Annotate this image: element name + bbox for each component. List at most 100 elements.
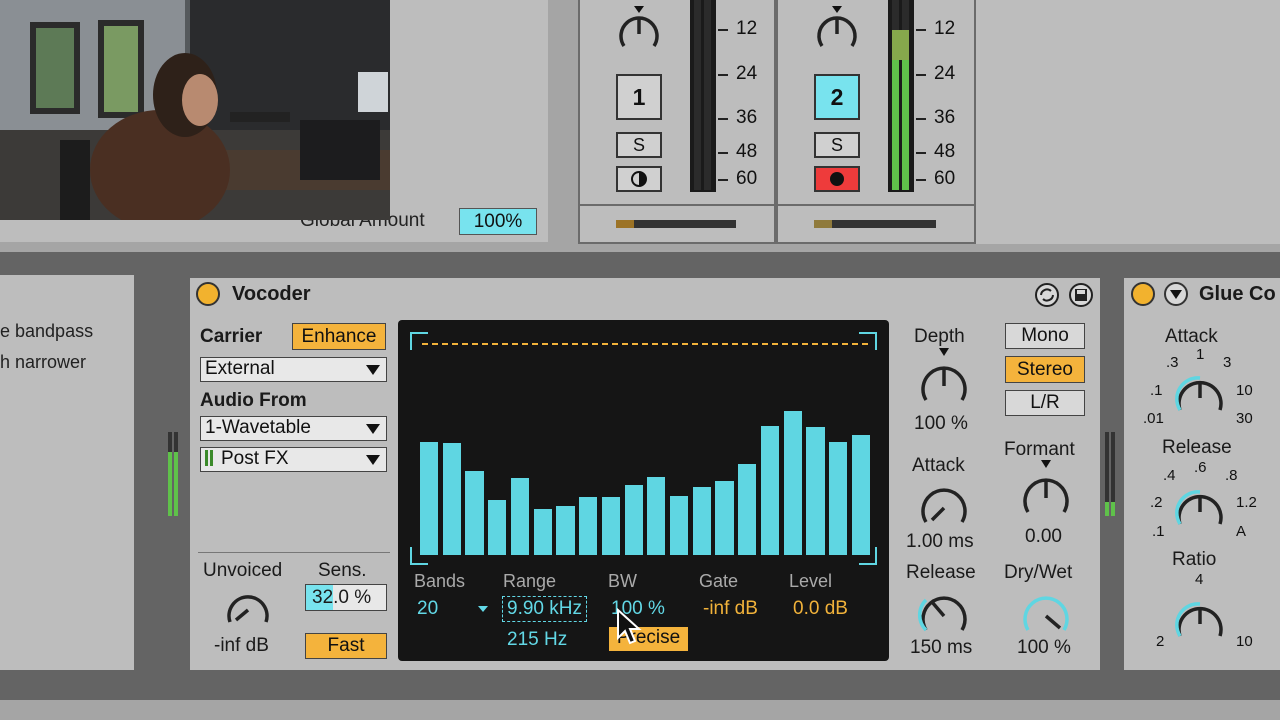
sens-label: Sens. (318, 560, 367, 581)
tap-point-dropdown[interactable]: Post FX (200, 447, 387, 472)
gate-label: Gate (699, 571, 739, 591)
pan-knob-1[interactable] (612, 6, 666, 60)
drywet-value: 100 % (1017, 637, 1071, 658)
attack-value: 1.00 ms (906, 531, 974, 552)
save-preset-icon[interactable] (1068, 282, 1094, 308)
track-activator-1[interactable]: 1 (616, 74, 662, 120)
band-bar (851, 435, 870, 555)
formant-knob[interactable] (1016, 460, 1076, 526)
meter-icon (205, 450, 215, 466)
glue-ratio-knob[interactable] (1170, 596, 1230, 646)
drywet-label: Dry/Wet (1004, 562, 1073, 583)
glue-ratio-scale-2: 10 (1236, 633, 1253, 650)
output-meter (1105, 432, 1117, 516)
arm-button-2[interactable] (814, 166, 860, 192)
lr-button[interactable]: L/R (1005, 390, 1085, 416)
audio-from-value: 1-Wavetable (205, 417, 311, 438)
glue-attack-scale-1: .1 (1150, 382, 1163, 399)
mono-button[interactable]: Mono (1005, 323, 1085, 349)
glue-release-scale-5: 1.2 (1236, 494, 1257, 511)
band-bar (783, 411, 802, 555)
unvoiced-value: -inf dB (214, 635, 269, 656)
chevron-down-icon (366, 424, 380, 434)
solo-button-1[interactable]: S (616, 132, 662, 158)
range-high-value[interactable]: 9.90 kHz (502, 596, 587, 622)
enhance-button[interactable]: Enhance (292, 323, 386, 350)
fast-button[interactable]: Fast (305, 633, 387, 659)
unvoiced-label: Unvoiced (203, 560, 283, 581)
glue-release-label: Release (1162, 437, 1232, 458)
glue-title: Glue Co (1199, 283, 1276, 305)
carrier-value: External (205, 358, 275, 379)
band-bar (669, 496, 689, 555)
level-meter-2 (888, 0, 914, 192)
global-amount-field[interactable]: 100% (459, 208, 537, 235)
attack-knob[interactable] (914, 476, 974, 530)
previous-device: e bandpass h narrower (0, 275, 134, 670)
band-bar (579, 497, 598, 555)
monitor-icon (631, 171, 647, 187)
glue-attack-scale-6: 30 (1236, 410, 1253, 427)
glue-attack-label: Attack (1165, 326, 1218, 347)
bands-value[interactable]: 20 (417, 598, 438, 620)
band-bar (738, 464, 757, 555)
band-bar (692, 487, 711, 555)
divider (198, 552, 390, 553)
audio-from-dropdown[interactable]: 1-Wavetable (200, 416, 387, 441)
band-bar (442, 443, 461, 555)
pan-knob-2[interactable] (810, 6, 864, 60)
release-knob[interactable] (914, 582, 974, 638)
display-corner-tl (410, 332, 428, 350)
stereo-button[interactable]: Stereo (1005, 356, 1085, 383)
glue-release-knob[interactable] (1170, 484, 1230, 534)
chevron-down-icon (366, 365, 380, 375)
band-bar (829, 442, 848, 555)
level-value[interactable]: 0.0 dB (793, 598, 848, 620)
gate-value[interactable]: -inf dB (703, 598, 758, 620)
carrier-dropdown[interactable]: External (200, 357, 387, 382)
hot-swap-icon[interactable] (1034, 282, 1060, 308)
band-bar (624, 485, 643, 555)
carrier-label: Carrier (200, 326, 263, 347)
display-corner-tr (859, 332, 877, 350)
record-icon (830, 172, 844, 186)
track-activator-2[interactable]: 2 (814, 74, 860, 120)
glue-ratio-label: Ratio (1172, 549, 1217, 570)
glue-release-scale-1: .2 (1150, 494, 1163, 511)
vocoder-power-button[interactable] (196, 282, 220, 306)
range-low-value[interactable]: 215 Hz (507, 629, 567, 651)
bands-label: Bands (414, 571, 466, 591)
band-bar (488, 500, 507, 555)
band-bar (420, 442, 439, 555)
drywet-knob[interactable] (1016, 582, 1076, 638)
band-bar (601, 497, 621, 555)
webcam-overlay (0, 0, 390, 220)
attack-label: Attack (912, 455, 965, 476)
level-meter-1 (690, 0, 716, 192)
band-bar (715, 481, 734, 555)
glue-attack-knob[interactable] (1170, 370, 1230, 420)
glue-attack-scale-5: 10 (1236, 382, 1253, 399)
glue-fold-button[interactable] (1164, 282, 1188, 306)
band-bar (465, 471, 484, 555)
track-footer-2 (778, 206, 974, 242)
formant-label: Formant (1004, 439, 1075, 460)
solo-button-2[interactable]: S (814, 132, 860, 158)
glue-release-scale-0: .1 (1152, 523, 1165, 540)
gate-threshold-line[interactable] (422, 343, 868, 345)
input-meter (168, 432, 180, 516)
monitor-button-1[interactable] (616, 166, 662, 192)
glue-attack-scale-2: .3 (1166, 354, 1179, 371)
range-label: Range (503, 571, 557, 591)
release-label: Release (906, 562, 976, 583)
band-bar (806, 427, 825, 555)
glue-release-scale-2: .4 (1163, 467, 1176, 484)
formant-value: 0.00 (1025, 526, 1062, 547)
tap-point-value: Post FX (221, 448, 289, 469)
unvoiced-knob[interactable] (218, 582, 278, 632)
band-bar (556, 506, 575, 555)
glue-power-button[interactable] (1131, 282, 1155, 306)
bands-chevron-icon[interactable] (478, 606, 488, 612)
sens-field[interactable]: 32.0 % (305, 584, 387, 611)
depth-knob[interactable] (914, 348, 974, 414)
